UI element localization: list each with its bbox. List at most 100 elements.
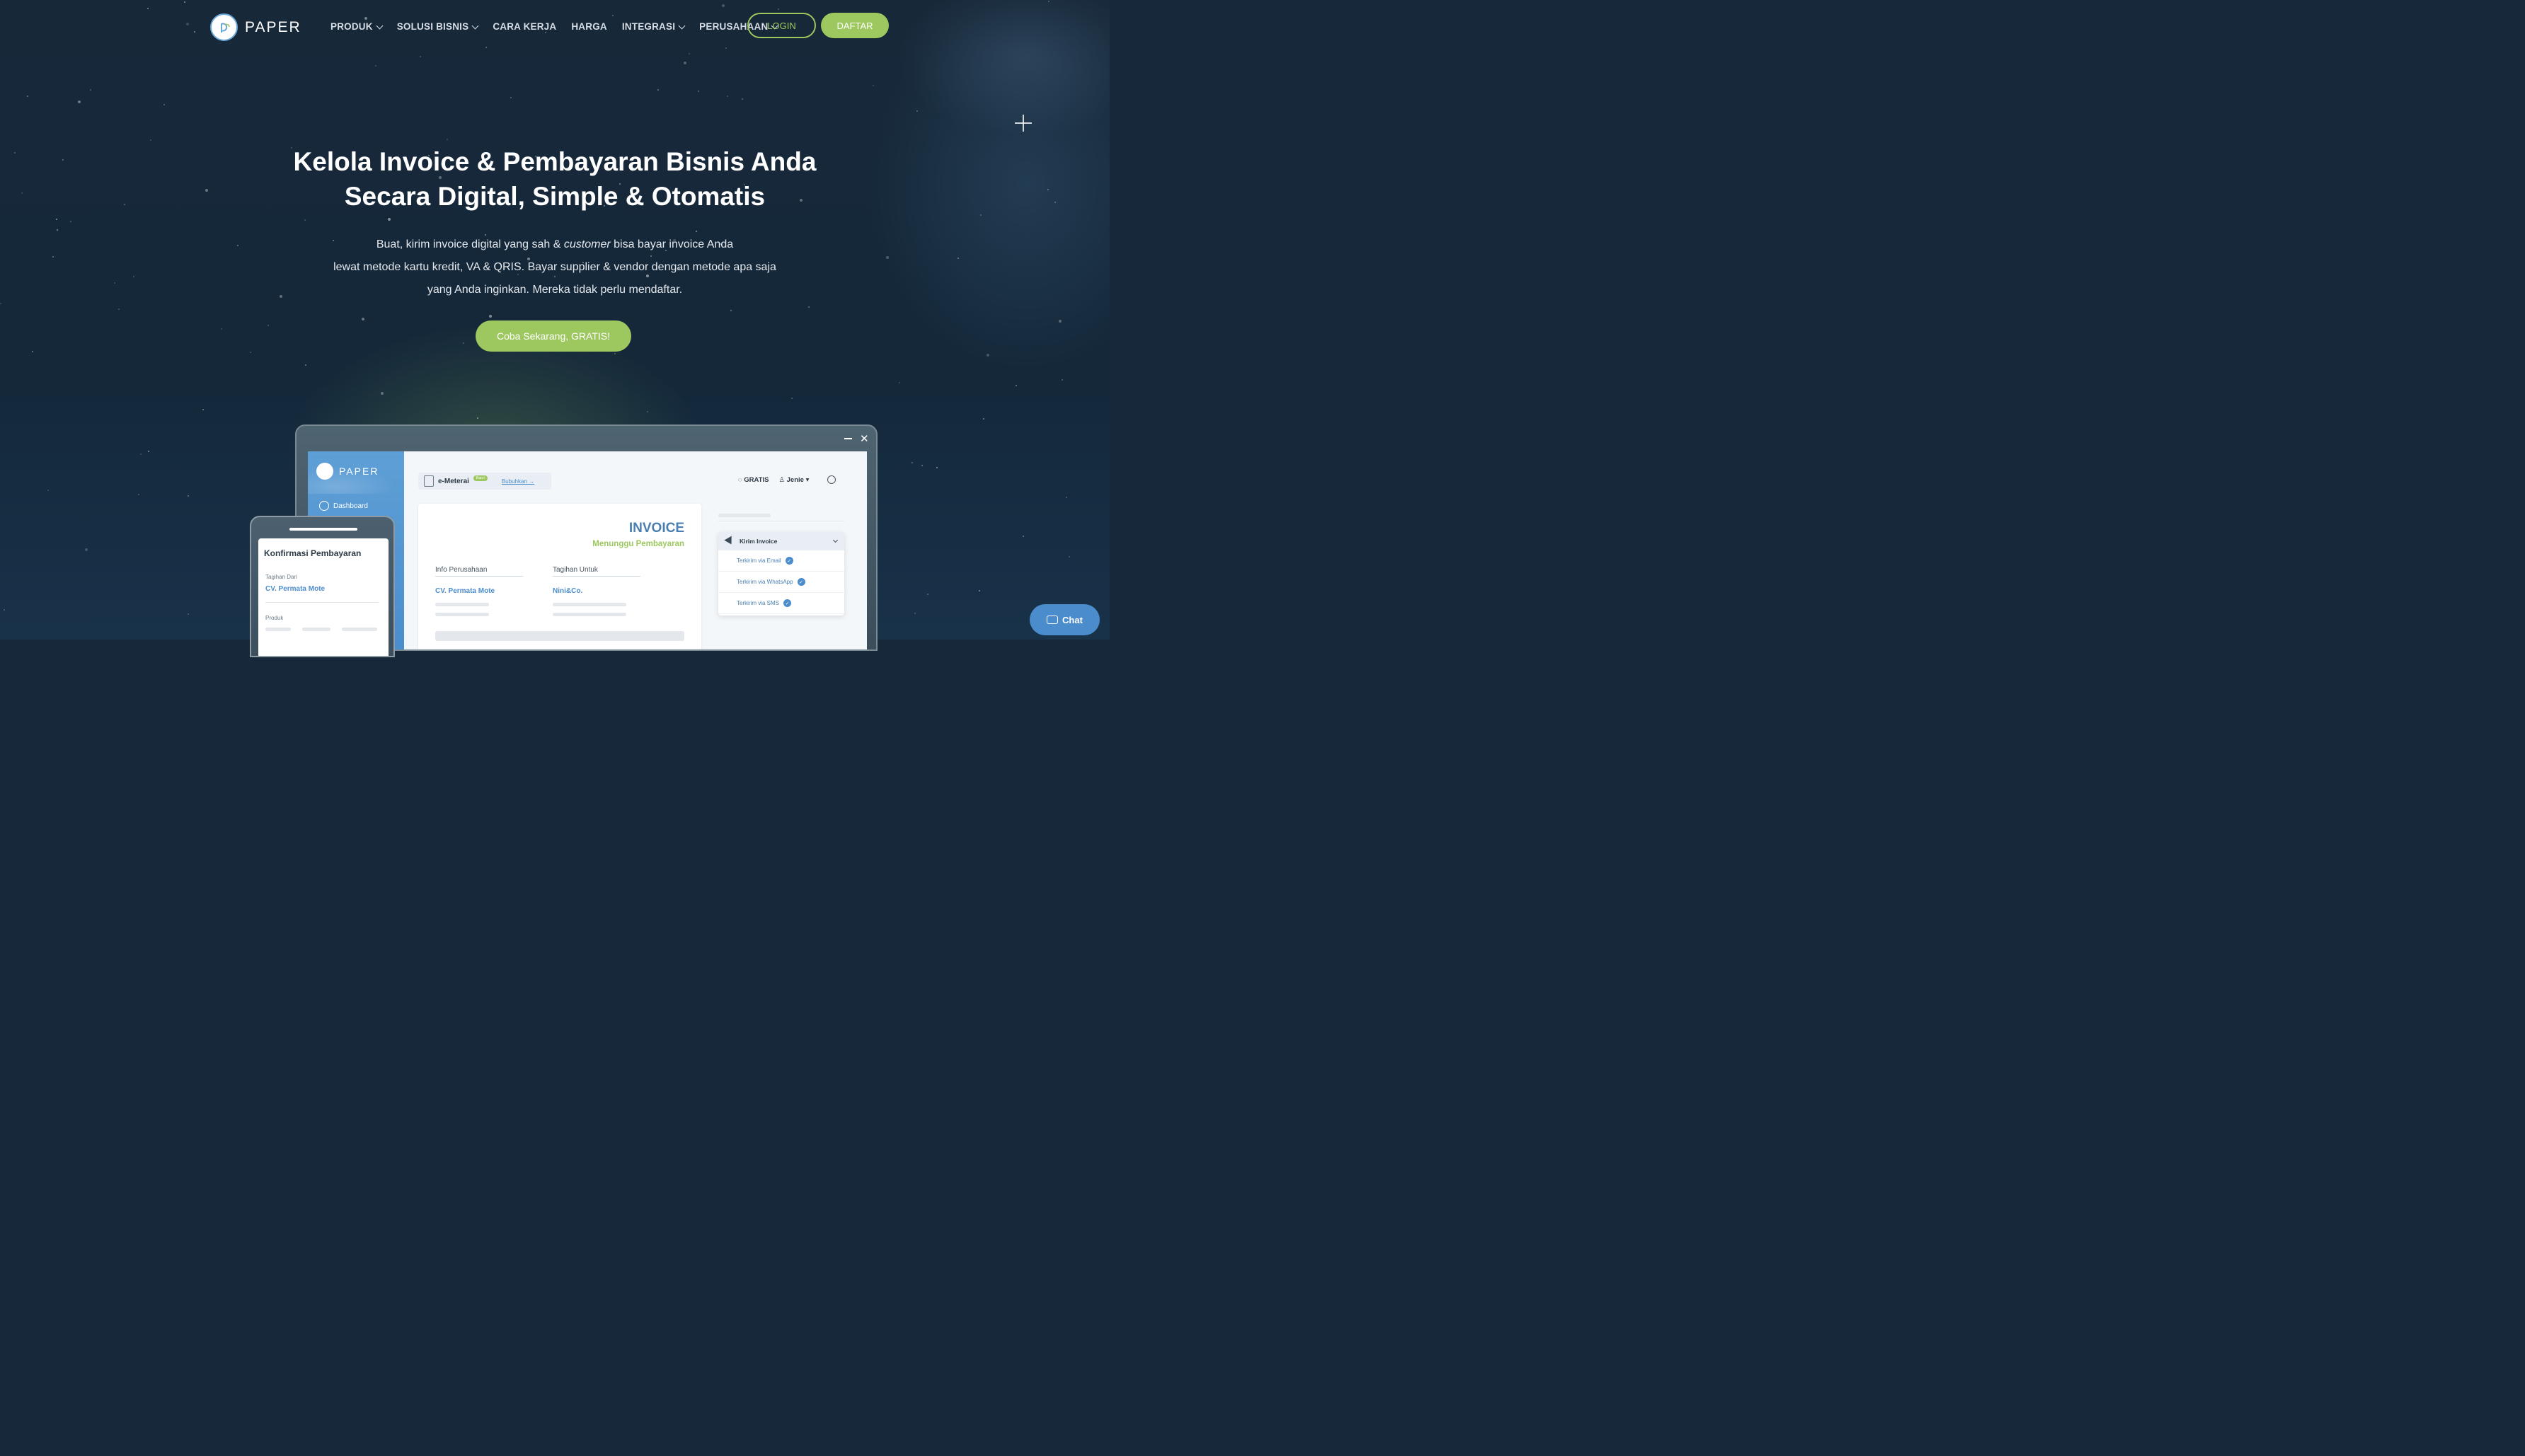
bill-from-name: CV. Permata Mote [265,585,326,593]
star [447,139,448,140]
brand-name: PAPER [245,18,301,35]
placeholder-bar [435,613,489,616]
phone-mockup: Konfirmasi Pembayaran Tagihan Dari CV. P… [250,516,395,657]
paper-logo-icon [316,463,333,480]
star [886,256,889,259]
hero-title-line: Kelola Invoice & Pembayaran Bisnis Anda [293,147,817,176]
bill-to-label: Tagihan Untuk [553,566,640,577]
star [70,221,71,222]
phone-notch [289,528,357,531]
chat-icon [1047,616,1059,624]
star [250,352,251,353]
star [463,342,464,344]
star [791,398,793,399]
star [914,613,916,614]
star [684,62,686,64]
star [1062,379,1063,381]
check-icon: ✓ [785,557,793,565]
star [375,65,376,67]
chat-label: Chat [1062,614,1083,625]
star [647,411,648,412]
nav-label: HARGA [571,21,607,32]
star [362,318,364,320]
payment-confirmation-title: Konfirmasi Pembayaran [264,548,362,558]
star [1047,189,1049,190]
star [62,159,64,161]
subtitle-text: bisa bayar invoice Anda [610,238,734,250]
star [987,354,989,357]
nav-item-integrasi[interactable]: INTEGRASI [622,21,686,32]
star [742,98,743,100]
star [1069,556,1070,557]
app-logo: PAPER [316,463,379,480]
star [916,110,918,112]
main-nav: PRODUK SOLUSI BISNIS CARA KERJA HARGA IN… [330,21,778,32]
company-name: CV. Permata Mote [435,587,495,595]
star [57,229,58,231]
send-icon [724,536,735,547]
phone-screen: Konfirmasi Pembayaran Tagihan Dari CV. P… [258,538,389,656]
placeholder-bar [553,603,626,606]
star [188,613,189,615]
star [983,418,984,420]
login-button[interactable]: LOGIN [747,13,816,38]
star [1066,497,1067,498]
star [304,219,306,221]
star [489,315,492,318]
star [47,490,49,491]
new-badge: Baru! [473,475,488,481]
chevron-down-icon [376,22,384,29]
star [614,353,616,354]
placeholder-bar [265,628,291,631]
brand-logo[interactable]: PAPER [210,13,301,41]
nav-item-solusi-bisnis[interactable]: SOLUSI BISNIS [397,21,479,32]
star [148,451,149,452]
paper-logo-icon [210,13,238,41]
sparkle-icon [1015,115,1032,132]
send-option-email: Terkirim via Email ✓ [718,550,844,572]
send-option-label: Terkirim via Email [737,557,781,564]
hero-title-line: Secara Digital, Simple & Otomatis [344,182,766,211]
star [163,104,165,105]
hero-title: Kelola Invoice & Pembayaran Bisnis Anda … [236,144,873,214]
bill-from-label: Tagihan Dari [265,574,297,580]
star [268,325,269,326]
register-button[interactable]: DAFTAR [821,13,889,38]
star [1016,385,1017,386]
star [899,382,900,383]
plan-indicator: ◌ GRATIS [738,475,769,484]
try-free-button[interactable]: Coba Sekarang, GRATIS! [476,320,631,352]
dashboard-icon [319,501,329,511]
gear-icon [827,475,836,484]
send-option-whatsapp: Terkirim via WhatsApp ✓ [718,572,844,593]
app-brand-name: PAPER [339,466,379,477]
user-menu: ♙ Jenie ▾ [778,475,810,484]
minimize-icon [844,438,852,439]
company-info-label: Info Perusahaan [435,566,523,577]
star [420,56,421,57]
star [85,548,88,551]
star [1023,536,1024,537]
close-icon: ✕ [860,433,869,445]
star [477,417,478,419]
site-header: PAPER PRODUK SOLUSI BISNIS CARA KERJA HA… [0,0,1110,55]
star [221,328,222,330]
placeholder-bar [718,514,771,517]
star [4,609,5,611]
star [305,364,306,366]
nav-item-produk[interactable]: PRODUK [330,21,384,32]
hero-subtitle: Buat, kirim invoice digital yang sah & c… [307,233,803,301]
hero-subtitle-line: lewat metode kartu kredit, VA & QRIS. Ba… [333,261,776,273]
star [188,495,189,497]
invoice-status: Menunggu Pembayaran [592,540,684,548]
invoice-title: INVOICE [628,521,684,536]
send-option-sms: Terkirim via SMS ✓ [718,593,844,614]
nav-item-harga[interactable]: HARGA [571,21,607,32]
chat-button[interactable]: Chat [1030,604,1100,635]
chevron-down-icon [832,537,839,543]
star [138,494,139,495]
star [52,256,54,258]
star [927,594,928,595]
star [979,590,980,591]
nav-item-cara-kerja[interactable]: CARA KERJA [493,21,556,32]
